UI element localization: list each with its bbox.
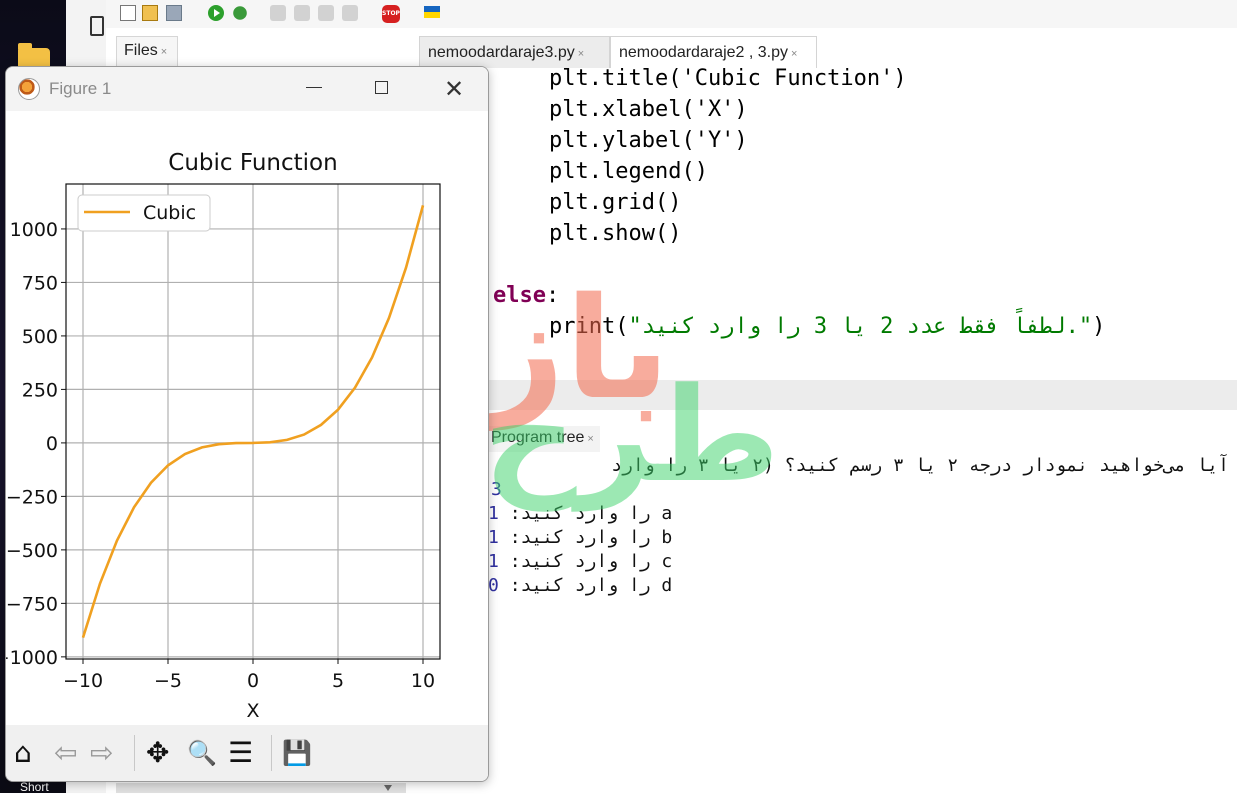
x-tick-label: −5 [154, 670, 182, 692]
toolbar-separator [134, 735, 135, 771]
step-over-icon[interactable] [270, 5, 286, 21]
legend-label-cubic: Cubic [143, 202, 196, 224]
x-axis-label: X [246, 700, 259, 722]
maximize-button[interactable] [375, 81, 388, 94]
y-tick-label: −250 [6, 486, 58, 508]
ide-toolbar: STOP [106, 0, 1237, 28]
code-line: plt.grid() [549, 190, 681, 220]
step-into-icon[interactable] [294, 5, 310, 21]
run-icon[interactable] [208, 5, 224, 21]
chart-legend: Cubic [77, 194, 211, 232]
code-text: plt.title('Cubic Function') [549, 68, 907, 91]
print-string: "لطفاً فقط عدد 2 یا 3 را وارد کنید." [628, 314, 1093, 339]
resume-icon[interactable] [342, 5, 358, 21]
step-out-icon[interactable] [318, 5, 334, 21]
tab-label: nemoodardaraje2 , 3.py [619, 44, 788, 61]
code-line: plt.show() [549, 221, 681, 251]
y-tick-label: 750 [22, 272, 58, 294]
close-icon[interactable]: × [578, 48, 584, 60]
stop-icon[interactable]: STOP [382, 5, 400, 23]
close-icon[interactable]: × [791, 48, 797, 60]
code-text: plt.xlabel('X') [549, 97, 748, 122]
y-tick-label: −1000 [6, 647, 58, 669]
desktop-shortcut-label[interactable]: Short [20, 780, 49, 794]
shell-input-row: d را وارد کنید: 0 [488, 575, 672, 599]
figure-title: Figure 1 [49, 79, 112, 98]
code-text: plt.show() [549, 221, 682, 246]
ukraine-flag-icon[interactable] [424, 6, 440, 18]
horizontal-scrollbar[interactable] [116, 783, 406, 793]
code-line: plt.legend() [549, 159, 708, 189]
cubic-plot[interactable]: −10 −5 0 5 10 −1000 −750 −500 −250 0 250 500 750 1000… [6, 111, 489, 725]
open-folder-icon[interactable] [142, 5, 158, 21]
tab-label: nemoodardaraje3.py [428, 44, 575, 61]
shell-input-value: 1 [488, 551, 499, 572]
configure-subplots-icon[interactable]: ☰ [228, 737, 253, 769]
y-tick-label: 500 [22, 326, 58, 348]
code-paren-close: ) [1092, 314, 1106, 339]
home-icon[interactable]: ⌂ [14, 737, 32, 769]
pan-icon[interactable]: ✥ [146, 737, 169, 769]
tab-nemoodardaraje2-3[interactable]: nemoodardaraje2 , 3.py × [610, 36, 817, 68]
forward-arrow-icon[interactable]: ⇨ [90, 737, 113, 769]
shell-input-prompt: d را وارد کنید: [509, 575, 673, 596]
debug-icon[interactable] [233, 6, 247, 20]
figure-titlebar[interactable]: Figure 1 ✕ [6, 67, 488, 111]
code-line: plt.title('Cubic Function') [549, 68, 907, 96]
toolbar-separator [271, 735, 272, 771]
x-tick-label: −10 [63, 670, 103, 692]
y-tick-label: 0 [46, 433, 58, 455]
x-tick-label: 10 [411, 670, 435, 692]
figure-window[interactable]: Figure 1 ✕ −10 −5 0 5 10 −1000 −750 −500 −250 0 25… [5, 66, 489, 782]
code-text: plt.legend() [549, 159, 708, 184]
x-tick-label: 0 [247, 670, 259, 692]
minimize-button[interactable] [306, 87, 322, 88]
zoom-icon[interactable]: 🔍 [187, 737, 217, 769]
watermark-green-text: طرح [482, 359, 780, 511]
tab-nemoodardaraje3[interactable]: nemoodardaraje3.py × [419, 36, 610, 68]
y-tick-label: 250 [22, 379, 58, 401]
y-tick-label: −500 [6, 540, 58, 562]
y-tick-label: 1000 [10, 219, 58, 241]
files-tab-label: Files [124, 42, 158, 59]
shell-input-value: 1 [488, 527, 499, 548]
shell-input-prompt: c را وارد کنید: [509, 551, 673, 572]
matplotlib-logo-icon [18, 78, 40, 100]
back-arrow-icon[interactable]: ⇦ [54, 737, 77, 769]
shell-input-prompt: b را وارد کنید: [509, 527, 673, 548]
bookmark-icon[interactable] [90, 16, 104, 36]
shell-input-row: b را وارد کنید: 1 [488, 527, 672, 551]
shell-input-value: 0 [488, 575, 499, 596]
scroll-arrow-icon[interactable] [384, 785, 392, 791]
code-text: plt.ylabel('Y') [549, 128, 748, 153]
save-icon[interactable] [166, 5, 182, 21]
save-figure-icon[interactable]: 💾 [282, 737, 312, 769]
new-file-icon[interactable] [120, 5, 136, 21]
files-tab[interactable]: Files × [116, 36, 178, 66]
code-text: plt.grid() [549, 190, 682, 215]
y-tick-label: −750 [6, 593, 58, 615]
chart-title: Cubic Function [168, 150, 337, 176]
shell-input-row: c را وارد کنید: 1 [488, 551, 672, 575]
figure-toolbar: ⌂ ⇦ ⇨ ✥ 🔍 ☰ 💾 [6, 725, 488, 781]
code-line: plt.ylabel('Y') [549, 128, 748, 158]
x-tick-label: 5 [332, 670, 344, 692]
close-icon[interactable]: × [161, 46, 167, 58]
code-line: plt.xlabel('X') [549, 97, 748, 127]
close-window-button[interactable]: ✕ [444, 75, 464, 103]
